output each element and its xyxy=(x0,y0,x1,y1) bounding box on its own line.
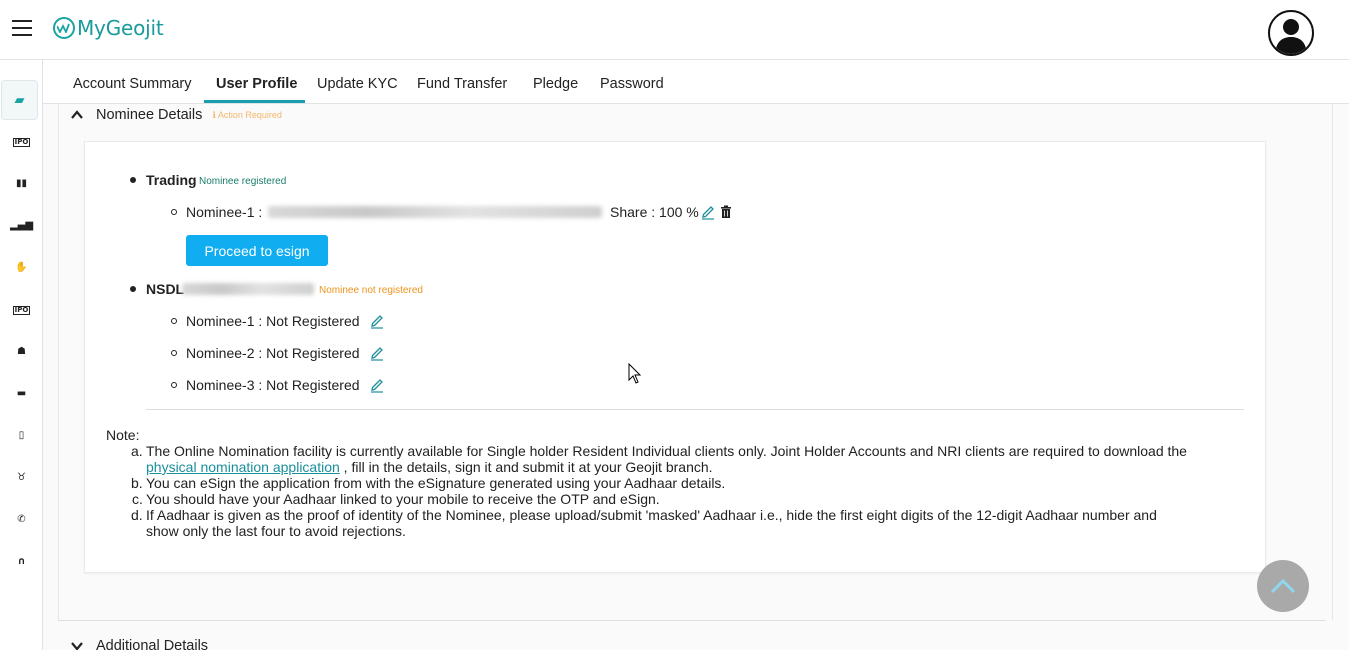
rail-wallet-icon[interactable]: ▰ xyxy=(1,80,38,120)
nsdl-nominee-2: Nominee-2 : Not Registered xyxy=(186,345,360,361)
section-title: Nominee Details xyxy=(96,107,203,123)
network-icon: ☗ xyxy=(17,346,26,357)
rail-bull-icon[interactable]: ♉ xyxy=(0,464,43,492)
tab-fund-transfer[interactable]: Fund Transfer xyxy=(417,76,507,92)
left-nav-rail: ▰ IPO ▮▮ ▂▄▆ ✋ IPO ☗ ▬ ▯ ♉ ✆ ∩ xyxy=(0,60,43,650)
sub-bullet xyxy=(171,209,177,215)
note-item-c: You should have your Aadhaar linked to y… xyxy=(146,491,660,507)
action-required-badge: ℹ Action Required xyxy=(212,109,282,120)
nsdl-nominee-1: Nominee-1 : Not Registered xyxy=(186,313,360,329)
top-bar: MyGeojit xyxy=(0,0,1349,60)
rail-ipo-icon[interactable]: IPO xyxy=(0,128,43,156)
note-item-d: If Aadhaar is given as the proof of iden… xyxy=(146,507,1246,539)
rail-car-icon[interactable]: ▬ xyxy=(0,380,43,408)
user-silhouette-icon xyxy=(1275,19,1307,54)
rail-chart-icon[interactable]: ▂▄▆ xyxy=(0,212,43,240)
tab-account-summary[interactable]: Account Summary xyxy=(73,76,191,92)
mouse-cursor-icon xyxy=(628,363,642,384)
bullet xyxy=(130,177,136,183)
trading-status: Nominee registered xyxy=(199,176,287,187)
tab-update-kyc[interactable]: Update KYC xyxy=(317,76,398,92)
wallet-icon: ▰ xyxy=(14,92,25,108)
edit-icon[interactable] xyxy=(369,345,385,361)
note-marker: b. xyxy=(131,475,143,491)
tab-pledge[interactable]: Pledge xyxy=(533,76,578,92)
chart-icon: ▂▄▆ xyxy=(9,220,34,231)
trading-share: Share : 100 % xyxy=(610,204,699,220)
physical-nomination-link[interactable]: physical nomination application xyxy=(146,459,340,475)
sub-bullet xyxy=(171,382,177,388)
note-marker: c. xyxy=(132,491,143,507)
rail-headset-icon[interactable]: ∩ xyxy=(0,548,43,576)
avatar[interactable] xyxy=(1268,10,1314,56)
edit-icon[interactable] xyxy=(369,377,385,393)
chevron-up-icon xyxy=(71,110,83,119)
additional-section-header[interactable]: Additional Details xyxy=(70,638,208,650)
nsdl-nominee-3: Nominee-3 : Not Registered xyxy=(186,377,360,393)
redacted-nominee-name xyxy=(268,206,602,218)
chevron-down-icon xyxy=(71,642,83,650)
note-marker: d. xyxy=(131,507,143,523)
logo-mark-icon xyxy=(53,17,75,39)
chevron-up-icon xyxy=(1270,578,1296,594)
note-item-b: You can eSign the application from with … xyxy=(146,475,726,491)
rail-network-icon[interactable]: ☗ xyxy=(0,338,43,366)
proceed-to-esign-button[interactable]: Proceed to esign xyxy=(186,235,328,266)
section-divider xyxy=(58,620,1326,621)
ipo-icon: IPO xyxy=(12,137,31,147)
phone-icon: ✆ xyxy=(17,514,26,525)
document-icon: ▯ xyxy=(18,430,25,441)
tab-user-profile[interactable]: User Profile xyxy=(216,76,297,92)
profile-tabs: Account Summary User Profile Update KYC … xyxy=(43,61,1349,104)
delete-icon[interactable] xyxy=(718,204,734,220)
handshake-icon: ✋ xyxy=(15,262,28,273)
scroll-to-top-button[interactable] xyxy=(1257,560,1309,612)
ipo-icon: IPO xyxy=(12,305,31,315)
active-tab-indicator xyxy=(204,100,305,103)
sub-bullet xyxy=(171,350,177,356)
headset-icon: ∩ xyxy=(17,556,26,567)
nsdl-label: NSDL xyxy=(146,281,185,297)
logo-text: MyGeojit xyxy=(77,16,164,40)
tab-password[interactable]: Password xyxy=(600,76,664,92)
rail-book-icon[interactable]: ▮▮ xyxy=(0,170,43,198)
trading-label: Trading xyxy=(146,172,197,188)
bull-icon: ♉ xyxy=(17,472,26,483)
car-icon: ▬ xyxy=(16,388,27,399)
nominee-section-header[interactable]: Nominee Details ℹ Action Required xyxy=(70,107,282,123)
section-title: Additional Details xyxy=(96,638,209,650)
divider xyxy=(146,409,1244,410)
note-a-rest: , fill in the details, sign it and submi… xyxy=(339,459,713,475)
trading-nominee-label: Nominee-1 : xyxy=(186,204,263,220)
note-marker: a. xyxy=(131,443,143,459)
edit-icon[interactable] xyxy=(369,313,385,329)
redacted-dp-id xyxy=(182,283,314,295)
note-label: Note: xyxy=(106,427,140,443)
note-d-line2: show only the last four to avoid rejecti… xyxy=(146,523,406,539)
rail-document-icon[interactable]: ▯ xyxy=(0,422,43,450)
rail-phone-icon[interactable]: ✆ xyxy=(0,506,43,534)
edit-icon[interactable] xyxy=(700,204,716,220)
rail-handshake-icon[interactable]: ✋ xyxy=(0,254,43,282)
logo[interactable]: MyGeojit xyxy=(53,16,164,40)
book-icon: ▮▮ xyxy=(15,178,27,189)
note-d-line1: If Aadhaar is given as the proof of iden… xyxy=(146,507,1157,523)
note-a-text: The Online Nomination facility is curren… xyxy=(146,443,1187,459)
bullet xyxy=(130,286,136,292)
menu-icon[interactable] xyxy=(12,20,32,36)
note-item-a: The Online Nomination facility is curren… xyxy=(146,443,1246,475)
nsdl-status: Nominee not registered xyxy=(319,285,423,296)
sub-bullet xyxy=(171,318,177,324)
rail-ipo2-icon[interactable]: IPO xyxy=(0,296,43,324)
